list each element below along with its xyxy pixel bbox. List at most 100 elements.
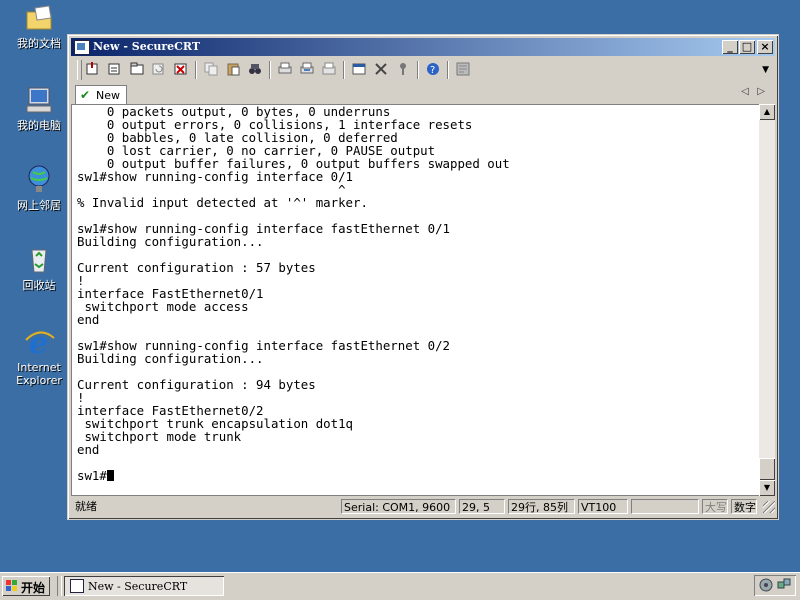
scroll-down-arrow-icon[interactable]: ▼ — [759, 480, 775, 496]
taskbar-separator — [57, 576, 62, 596]
connect-icon — [86, 62, 98, 75]
tray-network-icon[interactable] — [759, 578, 773, 592]
paste-button[interactable] — [223, 60, 243, 78]
terminal-cursor — [106, 470, 114, 481]
status-ready: 就绪 — [75, 500, 97, 513]
toolbar-separator — [343, 61, 345, 79]
folder-icon — [23, 2, 55, 34]
terminal-line: switchport mode access — [84, 299, 249, 314]
toolbar-separator — [195, 61, 197, 79]
session-tab-bar: ✔ New ◁ ▷ — [71, 84, 775, 104]
taskbar-task-label: New - SecureCRT — [88, 580, 188, 593]
taskbar: 开始 New - SecureCRT — [0, 572, 800, 600]
status-cursor-position: 29, 5 — [459, 499, 505, 514]
keymap-button[interactable] — [393, 60, 413, 78]
computer-icon — [23, 84, 55, 116]
system-tray — [754, 575, 796, 596]
status-caps: 大写 — [702, 499, 728, 514]
toolbar: ? ▼ — [71, 57, 775, 83]
reconnect-icon — [152, 63, 164, 75]
vertical-scrollbar[interactable]: ▲ ▼ — [759, 104, 775, 496]
desktop-icon-label-line1: Internet — [17, 361, 61, 374]
connect-button[interactable] — [83, 60, 103, 78]
terminal-line: Building configuration... — [77, 351, 264, 366]
network-icon — [23, 164, 55, 196]
terminal-line: end — [77, 442, 100, 457]
scrollbar-thumb[interactable] — [759, 458, 775, 480]
terminal-line: % Invalid input detected at '^' marker. — [77, 195, 368, 210]
svg-text:e: e — [29, 326, 48, 358]
tab-label: New — [96, 89, 120, 102]
find-button[interactable] — [245, 60, 265, 78]
windows-logo-icon — [6, 580, 17, 591]
connect-in-tab-button[interactable] — [127, 60, 147, 78]
desktop-icon-my-computer[interactable]: 我的电脑 — [6, 84, 72, 132]
toolbar-overflow-chevron-icon[interactable]: ▼ — [762, 65, 769, 75]
terminal-output[interactable]: 0 packets output, 0 bytes, 0 underruns 0… — [71, 104, 761, 496]
print-selection-icon — [300, 62, 314, 74]
title-bar[interactable]: New - SecureCRT _ □ × — [71, 38, 775, 56]
quick-connect-icon — [108, 63, 120, 75]
desktop-icon-label-line2: Explorer — [16, 374, 62, 387]
start-label: 开始 — [21, 581, 46, 595]
copy-button[interactable] — [201, 60, 221, 78]
tab-icon — [130, 62, 144, 75]
quick-connect-button[interactable] — [105, 60, 125, 78]
disconnect-icon — [174, 63, 187, 75]
desktop-icon-recycle-bin[interactable]: 回收站 — [6, 244, 72, 292]
key-icon — [400, 63, 406, 75]
minimize-button[interactable]: _ — [722, 40, 738, 54]
scroll-up-arrow-icon[interactable]: ▲ — [759, 104, 775, 120]
log-icon — [456, 62, 470, 76]
paste-icon — [227, 63, 240, 76]
session-options-button[interactable] — [349, 60, 369, 78]
toolbar-grip[interactable] — [77, 60, 82, 80]
tray-connection-icon[interactable] — [777, 578, 791, 592]
printer-icon — [322, 62, 336, 75]
help-button[interactable]: ? — [423, 60, 443, 78]
terminal-line: end — [77, 312, 100, 327]
terminal-line: Building configuration... — [77, 234, 264, 249]
help-icon: ? — [427, 63, 439, 76]
reconnect-button[interactable] — [149, 60, 169, 78]
copy-icon — [204, 62, 218, 76]
terminal-lines: 0 packets output, 0 bytes, 0 underruns 0… — [77, 105, 510, 457]
global-options-button[interactable] — [371, 60, 391, 78]
tab-scroll-right-icon[interactable]: ▷ — [757, 86, 765, 97]
app-icon — [74, 40, 90, 55]
print-icon — [278, 62, 292, 74]
terminal-line: Current configuration : 57 bytes — [77, 260, 316, 275]
tools-icon — [375, 63, 387, 75]
terminal-text: 0 packets output, 0 bytes, 0 underruns 0… — [77, 105, 510, 482]
svg-text:?: ? — [430, 65, 435, 76]
desktop-icon-network[interactable]: 网上邻居 — [6, 164, 72, 212]
binoculars-icon — [249, 64, 261, 74]
toolbar-separator — [417, 61, 419, 79]
desktop-icon-my-documents[interactable]: 我的文档 — [6, 2, 72, 50]
taskbar-securecrt-button[interactable]: New - SecureCRT — [64, 576, 224, 596]
desktop-icon-label: 回收站 — [22, 279, 56, 292]
securecrt-window: New - SecureCRT _ □ × ? ▼ ✔ New ◁ ▷ 0 pa… — [67, 34, 779, 520]
print-setup-button[interactable] — [319, 60, 339, 78]
log-session-button[interactable] — [453, 60, 473, 78]
status-bar: 就绪 Serial: COM1, 9600 29, 5 29行, 85列 VT1… — [71, 497, 775, 517]
resize-grip-icon[interactable] — [763, 501, 775, 513]
ie-icon: e — [23, 326, 55, 361]
desktop-icon-internet-explorer[interactable]: e Internet Explorer — [6, 326, 72, 387]
desktop-icon-label: Internet Explorer — [6, 361, 72, 387]
connected-check-icon: ✔ — [80, 88, 91, 102]
close-button[interactable]: × — [757, 40, 773, 54]
desktop-icon-label: 我的文档 — [17, 37, 61, 50]
terminal-prompt: sw1# — [77, 468, 107, 483]
securecrt-icon — [70, 579, 84, 593]
print-selection-button[interactable] — [297, 60, 317, 78]
maximize-button[interactable]: □ — [739, 40, 755, 54]
print-button[interactable] — [275, 60, 295, 78]
start-button[interactable]: 开始 — [2, 576, 50, 596]
disconnect-button[interactable] — [171, 60, 191, 78]
tab-scroll-left-icon[interactable]: ◁ — [741, 86, 749, 97]
terminal-line: switchport mode trunk — [84, 429, 242, 444]
tab-new-session[interactable]: ✔ New — [75, 85, 127, 104]
status-blank-pane — [631, 499, 699, 514]
desktop-icon-label: 网上邻居 — [17, 199, 61, 212]
